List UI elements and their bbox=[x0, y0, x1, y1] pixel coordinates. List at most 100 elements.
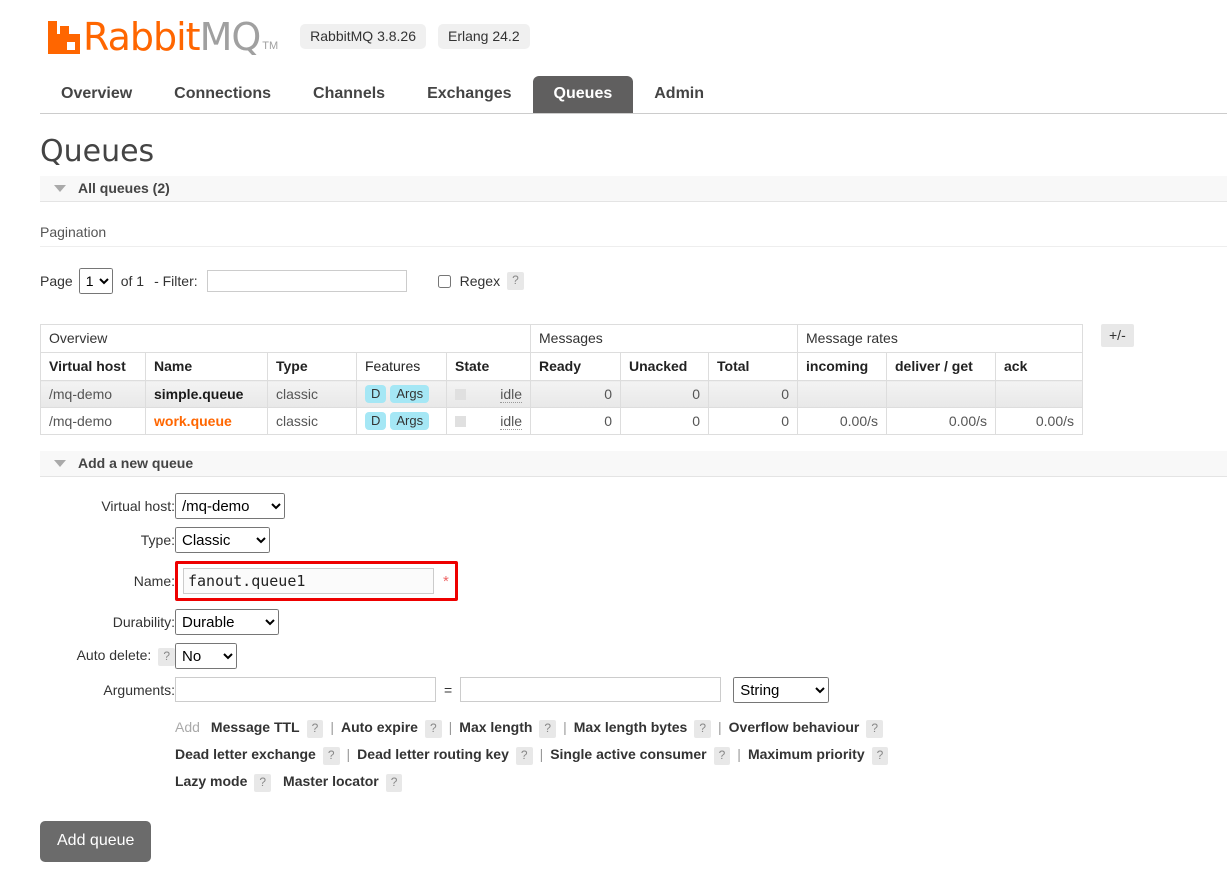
field-auto-delete: No Yes bbox=[175, 639, 888, 673]
page-header: RabbitMQ TM RabbitMQ 3.8.26 Erlang 24.2 bbox=[0, 0, 1227, 62]
cell-type: classic bbox=[267, 380, 357, 408]
cell-deliver-get: 0.00/s bbox=[886, 407, 996, 435]
column-ack[interactable]: ack bbox=[995, 352, 1083, 381]
column-virtual-host[interactable]: Virtual host bbox=[40, 352, 146, 381]
argument-presets: Add Message TTL? | Auto expire? | Max length?… bbox=[175, 707, 889, 799]
table-group-header-row: Overview Messages Message rates bbox=[40, 324, 1083, 353]
label-virtual-host: Virtual host: bbox=[101, 498, 175, 514]
all-queues-section-label: All queues (2) bbox=[78, 180, 170, 196]
toggle-columns-button[interactable]: +/- bbox=[1101, 324, 1134, 347]
field-durability: Durable Transient bbox=[175, 605, 888, 639]
preset-maximum-priority-help-icon[interactable]: ? bbox=[871, 747, 889, 765]
add-queue-form: Virtual host: /mq-demo Type: Classic Quo… bbox=[40, 489, 1227, 799]
preset-auto-expire[interactable]: Auto expire bbox=[341, 719, 418, 735]
tab-overview[interactable]: Overview bbox=[40, 76, 153, 113]
queue-name-link[interactable]: work.queue bbox=[154, 413, 232, 429]
cell-ready: 0 bbox=[530, 407, 621, 435]
auto-delete-select[interactable]: No Yes bbox=[175, 643, 237, 669]
cell-vhost: /mq-demo bbox=[40, 380, 146, 408]
nav-item-exchanges[interactable]: Exchanges bbox=[406, 76, 532, 113]
queue-type-select[interactable]: Classic Quorum bbox=[175, 527, 270, 553]
preset-master-locator-help-icon[interactable]: ? bbox=[385, 774, 403, 792]
preset-overflow-behaviour-help-icon[interactable]: ? bbox=[866, 720, 884, 738]
name-field-highlight: * bbox=[175, 561, 458, 601]
column-type[interactable]: Type bbox=[267, 352, 357, 381]
rabbitmq-logo[interactable]: RabbitMQ TM bbox=[48, 18, 278, 56]
preset-dead-letter-routing-key-help-icon[interactable]: ? bbox=[515, 747, 533, 765]
column-incoming[interactable]: incoming bbox=[797, 352, 887, 381]
preset-dead-letter-routing-key[interactable]: Dead letter routing key bbox=[357, 746, 509, 762]
regex-help-icon[interactable]: ? bbox=[507, 272, 524, 290]
field-type: Classic Quorum bbox=[175, 523, 888, 557]
add-queue-button[interactable]: Add queue bbox=[40, 821, 152, 862]
preset-max-length[interactable]: Max length bbox=[459, 719, 532, 735]
column-ready[interactable]: Ready bbox=[530, 352, 621, 381]
cell-ack: 0.00/s bbox=[995, 407, 1083, 435]
page-select[interactable]: 1 bbox=[78, 268, 113, 294]
cell-name: simple.queue bbox=[145, 380, 268, 408]
preset-row-1: Add Message TTL? | Auto expire? | Max length?… bbox=[175, 714, 888, 741]
all-queues-section-header[interactable]: All queues (2) bbox=[40, 176, 1227, 202]
preset-auto-expire-help-icon[interactable]: ? bbox=[424, 720, 442, 738]
preset-max-length-bytes[interactable]: Max length bytes bbox=[574, 719, 688, 735]
cell-unacked: 0 bbox=[620, 407, 709, 435]
column-unacked[interactable]: Unacked bbox=[620, 352, 709, 381]
cell-incoming: 0.00/s bbox=[797, 407, 887, 435]
rabbitmq-version-pill: RabbitMQ 3.8.26 bbox=[300, 23, 426, 49]
column-deliver-get[interactable]: deliver / get bbox=[886, 352, 996, 381]
queue-name-link[interactable]: simple.queue bbox=[154, 386, 243, 402]
column-state[interactable]: State bbox=[446, 352, 531, 381]
nav-item-admin[interactable]: Admin bbox=[633, 76, 725, 113]
tab-admin[interactable]: Admin bbox=[633, 76, 725, 113]
preset-dead-letter-exchange[interactable]: Dead letter exchange bbox=[175, 746, 316, 762]
tab-channels[interactable]: Channels bbox=[292, 76, 406, 113]
pagination-controls: Page 1 of 1 - Filter: Regex ? bbox=[40, 268, 1227, 294]
argument-value-input[interactable] bbox=[460, 677, 722, 702]
add-queue-section-header[interactable]: Add a new queue bbox=[40, 451, 1227, 477]
preset-single-active-consumer-help-icon[interactable]: ? bbox=[713, 747, 731, 765]
preset-lazy-mode-help-icon[interactable]: ? bbox=[254, 774, 272, 792]
nav-item-overview[interactable]: Overview bbox=[40, 76, 153, 113]
nav-item-channels[interactable]: Channels bbox=[292, 76, 406, 113]
durability-select[interactable]: Durable Transient bbox=[175, 609, 279, 635]
nav-item-connections[interactable]: Connections bbox=[153, 76, 292, 113]
label-durability: Durability: bbox=[112, 614, 175, 630]
logo-text-rabbit: Rabbit bbox=[83, 15, 201, 59]
preset-message-ttl[interactable]: Message TTL bbox=[211, 719, 300, 735]
argument-type-select[interactable]: String Number Boolean List bbox=[733, 677, 830, 703]
cell-type: classic bbox=[267, 407, 357, 435]
preset-maximum-priority[interactable]: Maximum priority bbox=[748, 746, 865, 762]
tab-connections[interactable]: Connections bbox=[153, 76, 292, 113]
nav-item-queues[interactable]: Queues bbox=[532, 76, 634, 113]
group-header-messages: Messages bbox=[530, 324, 798, 353]
filter-input[interactable] bbox=[206, 270, 407, 292]
erlang-version-pill: Erlang 24.2 bbox=[438, 23, 530, 49]
trademark-symbol: TM bbox=[262, 40, 279, 52]
argument-key-input[interactable] bbox=[175, 677, 436, 702]
queue-name-input[interactable] bbox=[183, 568, 434, 594]
tab-exchanges[interactable]: Exchanges bbox=[406, 76, 532, 113]
cell-vhost: /mq-demo bbox=[40, 407, 146, 435]
preset-max-length-help-icon[interactable]: ? bbox=[539, 720, 557, 738]
page-title: Queues bbox=[40, 134, 155, 169]
form-row-type: Type: Classic Quorum bbox=[40, 523, 888, 557]
equals-sign: = bbox=[444, 681, 453, 698]
label-arguments: Arguments: bbox=[103, 682, 175, 698]
preset-overflow-behaviour[interactable]: Overflow behaviour bbox=[729, 719, 860, 735]
regex-checkbox[interactable] bbox=[437, 274, 451, 288]
label-name: Name: bbox=[133, 573, 175, 589]
preset-dead-letter-exchange-help-icon[interactable]: ? bbox=[322, 747, 340, 765]
auto-delete-help-icon[interactable]: ? bbox=[158, 647, 175, 666]
preset-message-ttl-help-icon[interactable]: ? bbox=[306, 720, 324, 738]
filter-label: - Filter: bbox=[154, 273, 198, 289]
preset-single-active-consumer[interactable]: Single active consumer bbox=[550, 746, 706, 762]
preset-master-locator[interactable]: Master locator bbox=[283, 773, 379, 789]
virtual-host-select[interactable]: /mq-demo bbox=[175, 493, 285, 519]
pagination-heading: Pagination bbox=[40, 224, 1227, 247]
logo-text-mq: MQ bbox=[199, 15, 262, 59]
column-total[interactable]: Total bbox=[708, 352, 798, 381]
preset-lazy-mode[interactable]: Lazy mode bbox=[175, 773, 247, 789]
tab-queues[interactable]: Queues bbox=[532, 76, 634, 113]
column-name[interactable]: Name bbox=[145, 352, 268, 381]
preset-max-length-bytes-help-icon[interactable]: ? bbox=[694, 720, 712, 738]
